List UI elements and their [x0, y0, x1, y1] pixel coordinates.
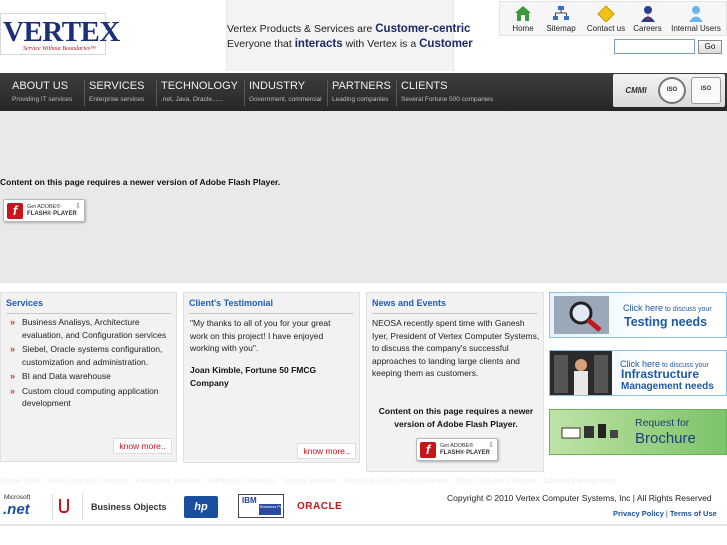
testing-promo-image [554, 296, 609, 334]
users-icon [689, 6, 703, 22]
bullet-icon: » [10, 344, 16, 354]
microsoft-net-logo: Microsoft .net [3, 494, 31, 518]
testimonial-quote: "My thanks to all of you for your great … [190, 318, 331, 353]
divider [189, 313, 354, 314]
divider [6, 313, 171, 314]
partner-logos: Microsoft .net Business Objects hp IBM B… [0, 492, 440, 522]
contact-icon [597, 5, 615, 22]
flash-icon: f [7, 203, 23, 219]
download-arrow-icon: ⇩ [75, 203, 81, 210]
infrastructure-promo-subtitle: Management needs [621, 381, 714, 392]
server-room-icon [550, 351, 612, 395]
banner-line-2: Everyone that interacts with Vertex is a… [227, 38, 473, 50]
flash-banner-area: Content on this page requires a newer ve… [0, 111, 727, 283]
infrastructure-promo-title: Infrastructure [621, 367, 700, 381]
ibm-business-partner-logo: IBM Business Partner [238, 494, 290, 518]
footer-legal-links: Privacy Policy | Terms of Use [613, 509, 717, 518]
magnifier-icon [554, 296, 609, 334]
list-item: » BI and Data warehouse [10, 371, 111, 381]
footer-seo-links: Oracle CRM · Siebel Upgrade Services · S… [0, 477, 727, 488]
separator: | [665, 509, 668, 518]
topnav-contact[interactable]: Contact us [585, 5, 627, 33]
brochure-icon [561, 424, 618, 439]
brochure-promo-image [560, 422, 620, 442]
nav-technology[interactable]: TECHNOLOGY .net, Java, Oracle...... [156, 80, 244, 106]
hp-logo: hp [184, 496, 218, 518]
header: VERTEX Service Without Boundaries™ Verte… [0, 0, 727, 73]
services-title[interactable]: Services [6, 298, 43, 308]
oracle-logo: ORACLE [297, 501, 343, 512]
flash-required-message: Content on this page requires a newer ve… [0, 177, 281, 187]
get-flash-player-button[interactable]: f Get ADOBE® FLASH® PLAYER ⇩ [3, 199, 85, 222]
search-input[interactable] [614, 39, 695, 54]
bottom-divider [0, 524, 727, 526]
nav-partners[interactable]: PARTNERS Leading companies [327, 80, 396, 106]
news-get-flash-player-button[interactable]: f Get ADOBE® FLASH® PLAYER ⇩ [416, 438, 498, 461]
bullet-icon: » [10, 385, 16, 396]
footer-link-row[interactable]: Oracle CRM · Siebel Upgrade Services · S… [0, 478, 614, 485]
careers-icon [640, 6, 655, 22]
cmmi-badge: CMMI [625, 86, 647, 95]
nav-clients[interactable]: CLIENTS Several Fortune 500 companies [396, 80, 506, 106]
java-cup-icon [59, 499, 69, 513]
top-utility-nav: Home Sitemap Contact us Careers Internal… [499, 1, 727, 36]
bullet-icon: » [10, 317, 16, 327]
download-arrow-icon: ⇩ [488, 442, 494, 449]
home-icon [515, 6, 531, 21]
search-go-button[interactable]: Go [698, 40, 722, 54]
java-logo [52, 494, 74, 520]
copyright-text: Copyright © 2010 Vertex Computer Systems… [447, 493, 712, 503]
nav-industry[interactable]: INDUSTRY Government, commercial [244, 80, 327, 106]
topnav-internal-users[interactable]: Internal Users [668, 5, 724, 33]
testimonial-author: Joan Kimble, Fortune 50 FMCG Company [190, 365, 317, 388]
services-list: » Business Analisys, Architecture evaluat… [10, 316, 170, 412]
testing-needs-promo[interactable]: Click here to discuss your Testing needs [549, 292, 727, 338]
terms-of-use-link[interactable]: Terms of Use [670, 509, 717, 518]
testimonial-box: Client's Testimonial "My thanks to all o… [183, 292, 360, 463]
nav-services[interactable]: SERVICES Enterprise services [84, 80, 156, 106]
testing-promo-small: Click here to discuss your [623, 303, 712, 313]
news-text[interactable]: NEOSA recently spent time with Ganesh Iy… [372, 317, 540, 380]
list-item: » Custom cloud computing application deve… [10, 385, 159, 409]
news-box: News and Events NEOSA recently spent tim… [366, 292, 544, 472]
divider [372, 313, 538, 314]
infrastructure-promo-image [550, 351, 612, 395]
privacy-policy-link[interactable]: Privacy Policy [613, 509, 664, 518]
testimonial-know-more-button[interactable]: know more.. [297, 443, 356, 459]
infrastructure-promo[interactable]: Click here to discuss your Infrastructur… [549, 350, 727, 396]
iso-badge: ISO [658, 77, 686, 104]
header-banner: Vertex Products & Services are Customer-… [226, 0, 473, 71]
business-objects-logo: Business Objects [82, 494, 174, 520]
nav-about-us[interactable]: ABOUT US Providing IT services [8, 80, 84, 106]
vertex-logo[interactable]: VERTEX Service Without Boundaries™ [0, 13, 120, 55]
services-know-more-button[interactable]: know more.. [113, 438, 172, 454]
banner-line-1: Vertex Products & Services are Customer-… [227, 23, 471, 35]
topnav-home[interactable]: Home [509, 5, 537, 33]
list-item: » Business Analisys, Architecture evaluat… [10, 317, 167, 340]
testing-promo-title: Testing needs [624, 315, 708, 329]
list-item: » Siebel, Oracle systems configuration, c… [10, 344, 163, 367]
iso-27001-badge: ISO [691, 77, 721, 104]
bullet-icon: » [10, 371, 16, 381]
brochure-promo-title: Brochure [635, 430, 696, 447]
brochure-promo-small: Request for [635, 417, 690, 429]
logo-wordmark: VERTEX [3, 16, 120, 48]
flash-icon: f [420, 442, 436, 458]
logo-tagline: Service Without Boundaries™ [23, 46, 96, 52]
news-flash-message: Content on this page requires a newer ve… [378, 406, 534, 429]
topnav-sitemap[interactable]: Sitemap [543, 5, 579, 33]
topnav-careers[interactable]: Careers [630, 5, 665, 33]
services-box: Services » Business Analisys, Architectur… [0, 292, 177, 462]
certification-badges: CMMI ISO ISO [613, 74, 725, 107]
testimonial-title[interactable]: Client's Testimonial [189, 298, 273, 308]
news-title[interactable]: News and Events [372, 298, 446, 308]
brochure-promo[interactable]: Request for Brochure [549, 409, 727, 455]
sitemap-icon [553, 6, 569, 20]
